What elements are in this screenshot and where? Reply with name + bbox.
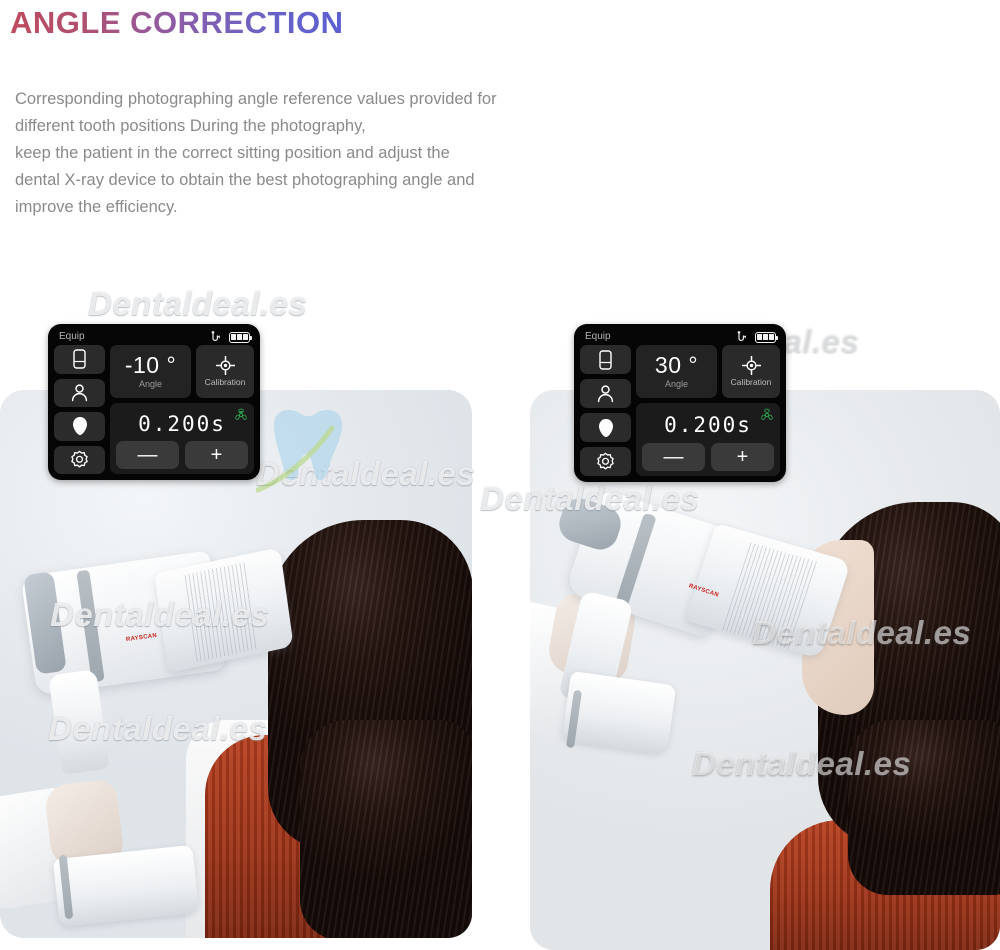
device-screen-panel-right[interactable]: Equip 30 ° Angle Calibration 0.200s — + — [574, 324, 786, 482]
increase-exposure-button[interactable]: + — [185, 441, 248, 469]
battery-cell — [243, 333, 248, 341]
exposure-time-value: 0.200s — [664, 412, 752, 437]
angle-tile[interactable]: -10 ° Angle — [110, 345, 191, 398]
radiation-trefoil-icon — [760, 408, 774, 422]
screen-body: -10 ° Angle Calibration 0.200s — + — [54, 345, 254, 474]
angle-caption: Angle — [664, 379, 689, 389]
page-title-part1: ANGLE — [10, 5, 131, 40]
usb-cable-icon — [735, 331, 748, 343]
person-icon — [70, 383, 89, 402]
description-line-1: Corresponding photographing angle refere… — [15, 90, 497, 108]
decrease-exposure-button[interactable]: — — [642, 443, 705, 471]
calibration-button[interactable]: Calibration — [196, 345, 254, 398]
right-column: -10 ° Angle Calibration 0.200s — + — [110, 345, 254, 474]
watermark-brand: Dentaldeal.es — [88, 285, 308, 322]
patient-hair-lower — [300, 720, 472, 938]
tooth-button[interactable] — [54, 412, 105, 441]
patient-button[interactable] — [580, 379, 631, 408]
exposure-stepper-row: — + — [116, 441, 248, 469]
battery-cell — [769, 333, 774, 341]
equip-label: Equip — [59, 331, 85, 342]
calibration-caption: Calibration — [730, 377, 772, 388]
xray-device-shield-plate — [52, 844, 200, 928]
description-line-3: keep the patient in the correct sitting … — [15, 144, 450, 162]
status-icon-group — [735, 331, 778, 343]
decrease-exposure-button[interactable]: — — [116, 441, 179, 469]
description-line-4: dental X-ray device to obtain the best p… — [15, 171, 475, 189]
angle-caption: Angle — [138, 379, 163, 389]
description-block: Corresponding photographing angle refere… — [15, 86, 615, 221]
battery-cell — [237, 333, 242, 341]
top-row: 30 ° Angle Calibration — [636, 345, 780, 398]
sensor-icon — [73, 349, 86, 369]
angle-value: 30 ° — [654, 352, 699, 378]
calibration-caption: Calibration — [204, 377, 246, 388]
battery-cell — [757, 333, 762, 341]
calibration-button[interactable]: Calibration — [722, 345, 780, 398]
exposure-panel: 0.200s — + — [636, 403, 780, 476]
settings-button[interactable] — [54, 445, 105, 474]
battery-cell — [231, 333, 236, 341]
person-icon — [596, 384, 615, 403]
battery-full-icon — [229, 331, 252, 343]
screen-body: 30 ° Angle Calibration 0.200s — + — [580, 345, 780, 476]
page-title: ANGLE CORRECTION — [10, 5, 344, 41]
left-rail — [580, 345, 631, 476]
tooth-icon — [598, 418, 614, 438]
exposure-value-row: 0.200s — [642, 407, 774, 443]
patient-button[interactable] — [54, 378, 105, 407]
battery-full-icon — [755, 331, 778, 343]
description-line-2: different tooth positions During the pho… — [15, 117, 366, 135]
crosshair-target-icon — [741, 356, 761, 376]
top-row: -10 ° Angle Calibration — [110, 345, 254, 398]
right-column: 30 ° Angle Calibration 0.200s — + — [636, 345, 780, 476]
sensor-button[interactable] — [580, 345, 631, 374]
description-line-5: improve the efficiency. — [15, 198, 178, 216]
equip-label: Equip — [585, 331, 611, 342]
tooth-button[interactable] — [580, 413, 631, 442]
page-title-part2: CORRECTION — [130, 5, 344, 40]
status-bar: Equip — [54, 329, 254, 345]
radiation-trefoil-icon — [234, 408, 248, 422]
exposure-panel: 0.200s — + — [110, 403, 254, 474]
gear-icon — [70, 450, 89, 469]
settings-button[interactable] — [580, 447, 631, 476]
sensor-button[interactable] — [54, 345, 105, 374]
battery-cell — [763, 333, 768, 341]
tooth-icon — [72, 416, 88, 436]
patient-hair-lower — [848, 720, 1000, 895]
status-icon-group — [209, 331, 252, 343]
xray-device-cone-ribs — [184, 561, 258, 663]
angle-value: -10 ° — [124, 352, 177, 378]
left-rail — [54, 345, 105, 474]
exposure-time-value: 0.200s — [138, 411, 226, 436]
angle-tile[interactable]: 30 ° Angle — [636, 345, 717, 398]
status-bar: Equip — [580, 329, 780, 345]
exposure-value-row: 0.200s — [116, 407, 248, 441]
exposure-stepper-row: — + — [642, 443, 774, 471]
gear-icon — [596, 452, 615, 471]
page-root: ANGLE CORRECTION Corresponding photograp… — [0, 0, 1000, 950]
usb-cable-icon — [209, 331, 222, 343]
device-screen-panel-left[interactable]: Equip -10 ° Angle Calibration 0.200s — + — [48, 324, 260, 480]
sensor-icon — [599, 349, 612, 370]
crosshair-target-icon — [215, 356, 235, 376]
increase-exposure-button[interactable]: + — [711, 443, 774, 471]
